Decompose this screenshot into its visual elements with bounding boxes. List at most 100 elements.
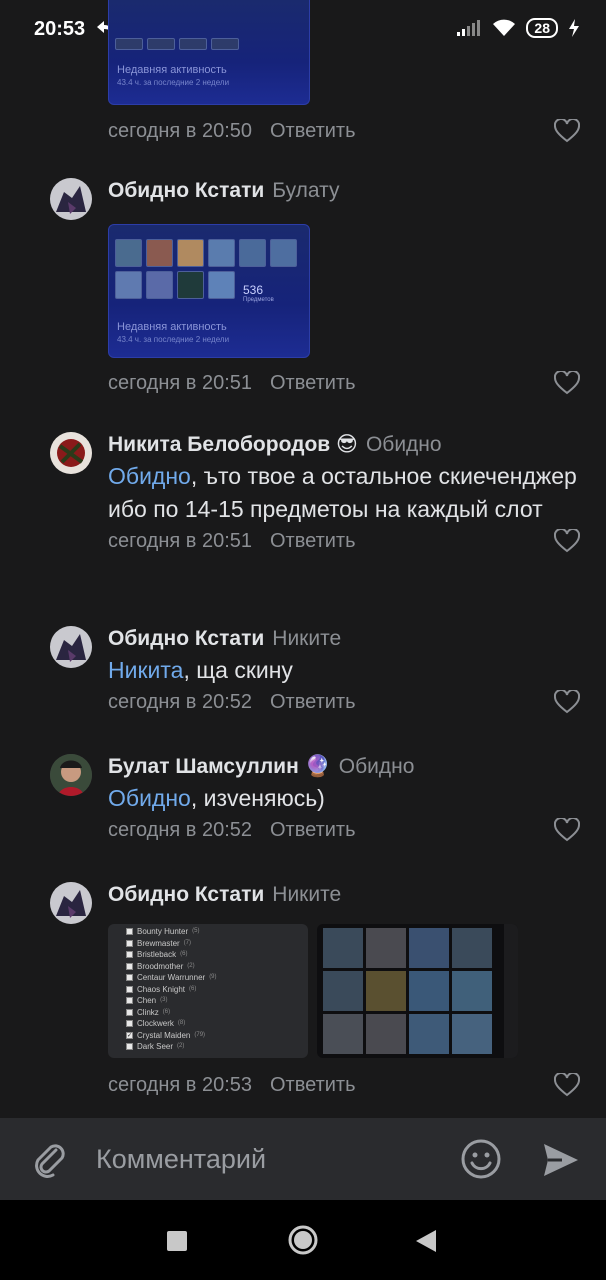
back-icon[interactable]	[414, 1228, 438, 1254]
paperclip-icon[interactable]	[30, 1140, 68, 1178]
reply-to[interactable]: Булату	[272, 179, 339, 202]
recents-icon[interactable]	[166, 1230, 188, 1252]
heart-icon[interactable]	[554, 690, 580, 714]
reply-button[interactable]: Ответить	[270, 1074, 356, 1096]
reply-button[interactable]: Ответить	[270, 120, 356, 142]
comment-footer: сегодня в 20:51 Ответить	[108, 526, 584, 556]
hero-name: Chaos Knight	[137, 984, 186, 994]
hero-name: Chen	[137, 996, 157, 1005]
comment-author[interactable]: Никита Белобородов	[108, 433, 330, 456]
hero-list-row: Bristleback (6)	[126, 949, 308, 961]
hero-count: (2)	[187, 962, 195, 969]
author-emoji: 😎	[336, 433, 358, 456]
reply-to[interactable]: Обидно	[366, 433, 442, 456]
comment-input-bar: Комментарий	[0, 1118, 606, 1200]
heart-icon[interactable]	[554, 119, 580, 143]
heart-icon[interactable]	[554, 371, 580, 395]
comment-footer: сегодня в 20:50 Ответить	[108, 116, 584, 146]
hero-list-row: Chen (3)	[126, 995, 308, 1007]
heart-icon[interactable]	[554, 529, 580, 553]
hero-name: Brewmaster	[137, 938, 180, 948]
checkbox-icon	[126, 928, 133, 936]
hero-count: (7)	[183, 939, 192, 946]
emoji-icon[interactable]	[460, 1138, 502, 1180]
comment-footer: сегодня в 20:53 Ответить	[108, 1070, 584, 1100]
hero-list-row: Dark Seer (2)	[126, 1041, 308, 1053]
avatar[interactable]	[50, 754, 92, 796]
send-icon[interactable]	[542, 1142, 580, 1178]
hero-list-row: ✓ Crystal Maiden (79)	[126, 1030, 308, 1042]
hero-name: Dark Seer	[137, 1042, 174, 1051]
hero-list-row: Broodmother (2)	[126, 961, 308, 973]
reply-to[interactable]: Обидно	[339, 755, 415, 778]
home-icon[interactable]	[287, 1224, 319, 1256]
comment-author[interactable]: Обидно Кстати	[108, 883, 264, 906]
hero-count: (79)	[194, 1031, 206, 1038]
hero-count: (3)	[160, 997, 168, 1003]
avatar[interactable]	[50, 178, 92, 220]
steam-inventory-card[interactable]: Недавняя активность 43.4 ч. за последние…	[108, 0, 310, 105]
activity-title: Недавняя активность	[117, 64, 227, 76]
activity-subtitle: 43.4 ч. за последние 2 недели	[117, 335, 230, 344]
attached-photo-hero-list[interactable]: Bounty Hunter (5) Brewmaster (7) Bristleback…	[108, 924, 308, 1058]
comment-author[interactable]: Булат Шамсуллин	[108, 755, 299, 778]
activity-subtitle: 43.4 ч. за последние 2 недели	[117, 78, 230, 87]
heart-icon[interactable]	[554, 1073, 580, 1097]
reply-button[interactable]: Ответить	[270, 819, 356, 841]
comment-author[interactable]: Обидно Кстати	[108, 627, 264, 650]
mention-link[interactable]: Обидно	[108, 785, 191, 811]
mention-link[interactable]: Обидно	[108, 463, 191, 489]
comment-time: сегодня в 20:53	[108, 1074, 252, 1096]
hero-count: (5)	[192, 928, 200, 934]
checked-checkbox-icon: ✓	[126, 1031, 133, 1039]
comment-time: сегодня в 20:51	[108, 530, 252, 552]
android-nav-bar	[0, 1200, 606, 1280]
checkbox-icon	[126, 1008, 133, 1016]
reply-button[interactable]: Ответить	[270, 691, 356, 713]
comment-author[interactable]: Обидно Кстати	[108, 179, 264, 202]
attached-photo-item-grid[interactable]	[317, 924, 518, 1058]
reply-to[interactable]: Никите	[272, 627, 341, 650]
avatar[interactable]	[50, 432, 92, 474]
hero-name: Bounty Hunter	[137, 927, 189, 936]
checkbox-icon	[126, 985, 133, 993]
hero-list-row: Brewmaster (7)	[126, 938, 308, 950]
comment-time: сегодня в 20:50	[108, 120, 252, 142]
reply-button[interactable]: Ответить	[270, 530, 356, 552]
item-count: 536	[243, 283, 264, 297]
checkbox-icon	[126, 974, 133, 982]
hero-list-row: Chaos Knight (6)	[126, 984, 308, 996]
checkbox-icon	[126, 1020, 133, 1028]
mention-link[interactable]: Никита	[108, 657, 183, 683]
comment-footer: сегодня в 20:52 Ответить	[108, 687, 584, 717]
steam-inventory-card[interactable]: 536 Предметов Недавняя активность 43.4 ч…	[108, 224, 310, 358]
hero-list-row: Centaur Warrunner (9)	[126, 972, 308, 984]
reply-to[interactable]: Никите	[272, 883, 341, 906]
hero-count: (9)	[209, 974, 217, 980]
checkbox-icon	[126, 939, 133, 947]
checkbox-icon	[126, 962, 133, 970]
comment-input[interactable]: Комментарий	[96, 1144, 266, 1175]
checkbox-icon	[126, 951, 133, 959]
avatar[interactable]	[50, 626, 92, 668]
heart-icon[interactable]	[554, 818, 580, 842]
hero-name: Clockwerk	[137, 1019, 174, 1028]
comment-time: сегодня в 20:51	[108, 372, 252, 394]
hero-name: Crystal Maiden	[137, 1030, 191, 1040]
hero-list-row: Clockwerk (8)	[126, 1018, 308, 1030]
hero-count: (8)	[177, 1020, 186, 1026]
comment-footer: сегодня в 20:51 Ответить	[108, 368, 584, 398]
item-count-label: Предметов	[243, 297, 274, 303]
hero-list-row: Bounty Hunter (5)	[126, 926, 308, 938]
comment-footer: сегодня в 20:52 Ответить	[108, 815, 584, 845]
comments-feed[interactable]: Недавняя активность 43.4 ч. за последние…	[0, 0, 606, 1118]
hero-name: Broodmother	[137, 961, 184, 971]
author-emoji: 🔮	[304, 755, 331, 778]
avatar[interactable]	[50, 882, 92, 924]
comment-text: Никита, ща скину	[108, 657, 293, 683]
hero-name: Centaur Warrunner	[137, 973, 206, 982]
hero-count: (6)	[180, 951, 188, 957]
hero-count: (6)	[162, 1008, 171, 1015]
reply-button[interactable]: Ответить	[270, 372, 356, 394]
hero-count: (6)	[189, 985, 197, 992]
